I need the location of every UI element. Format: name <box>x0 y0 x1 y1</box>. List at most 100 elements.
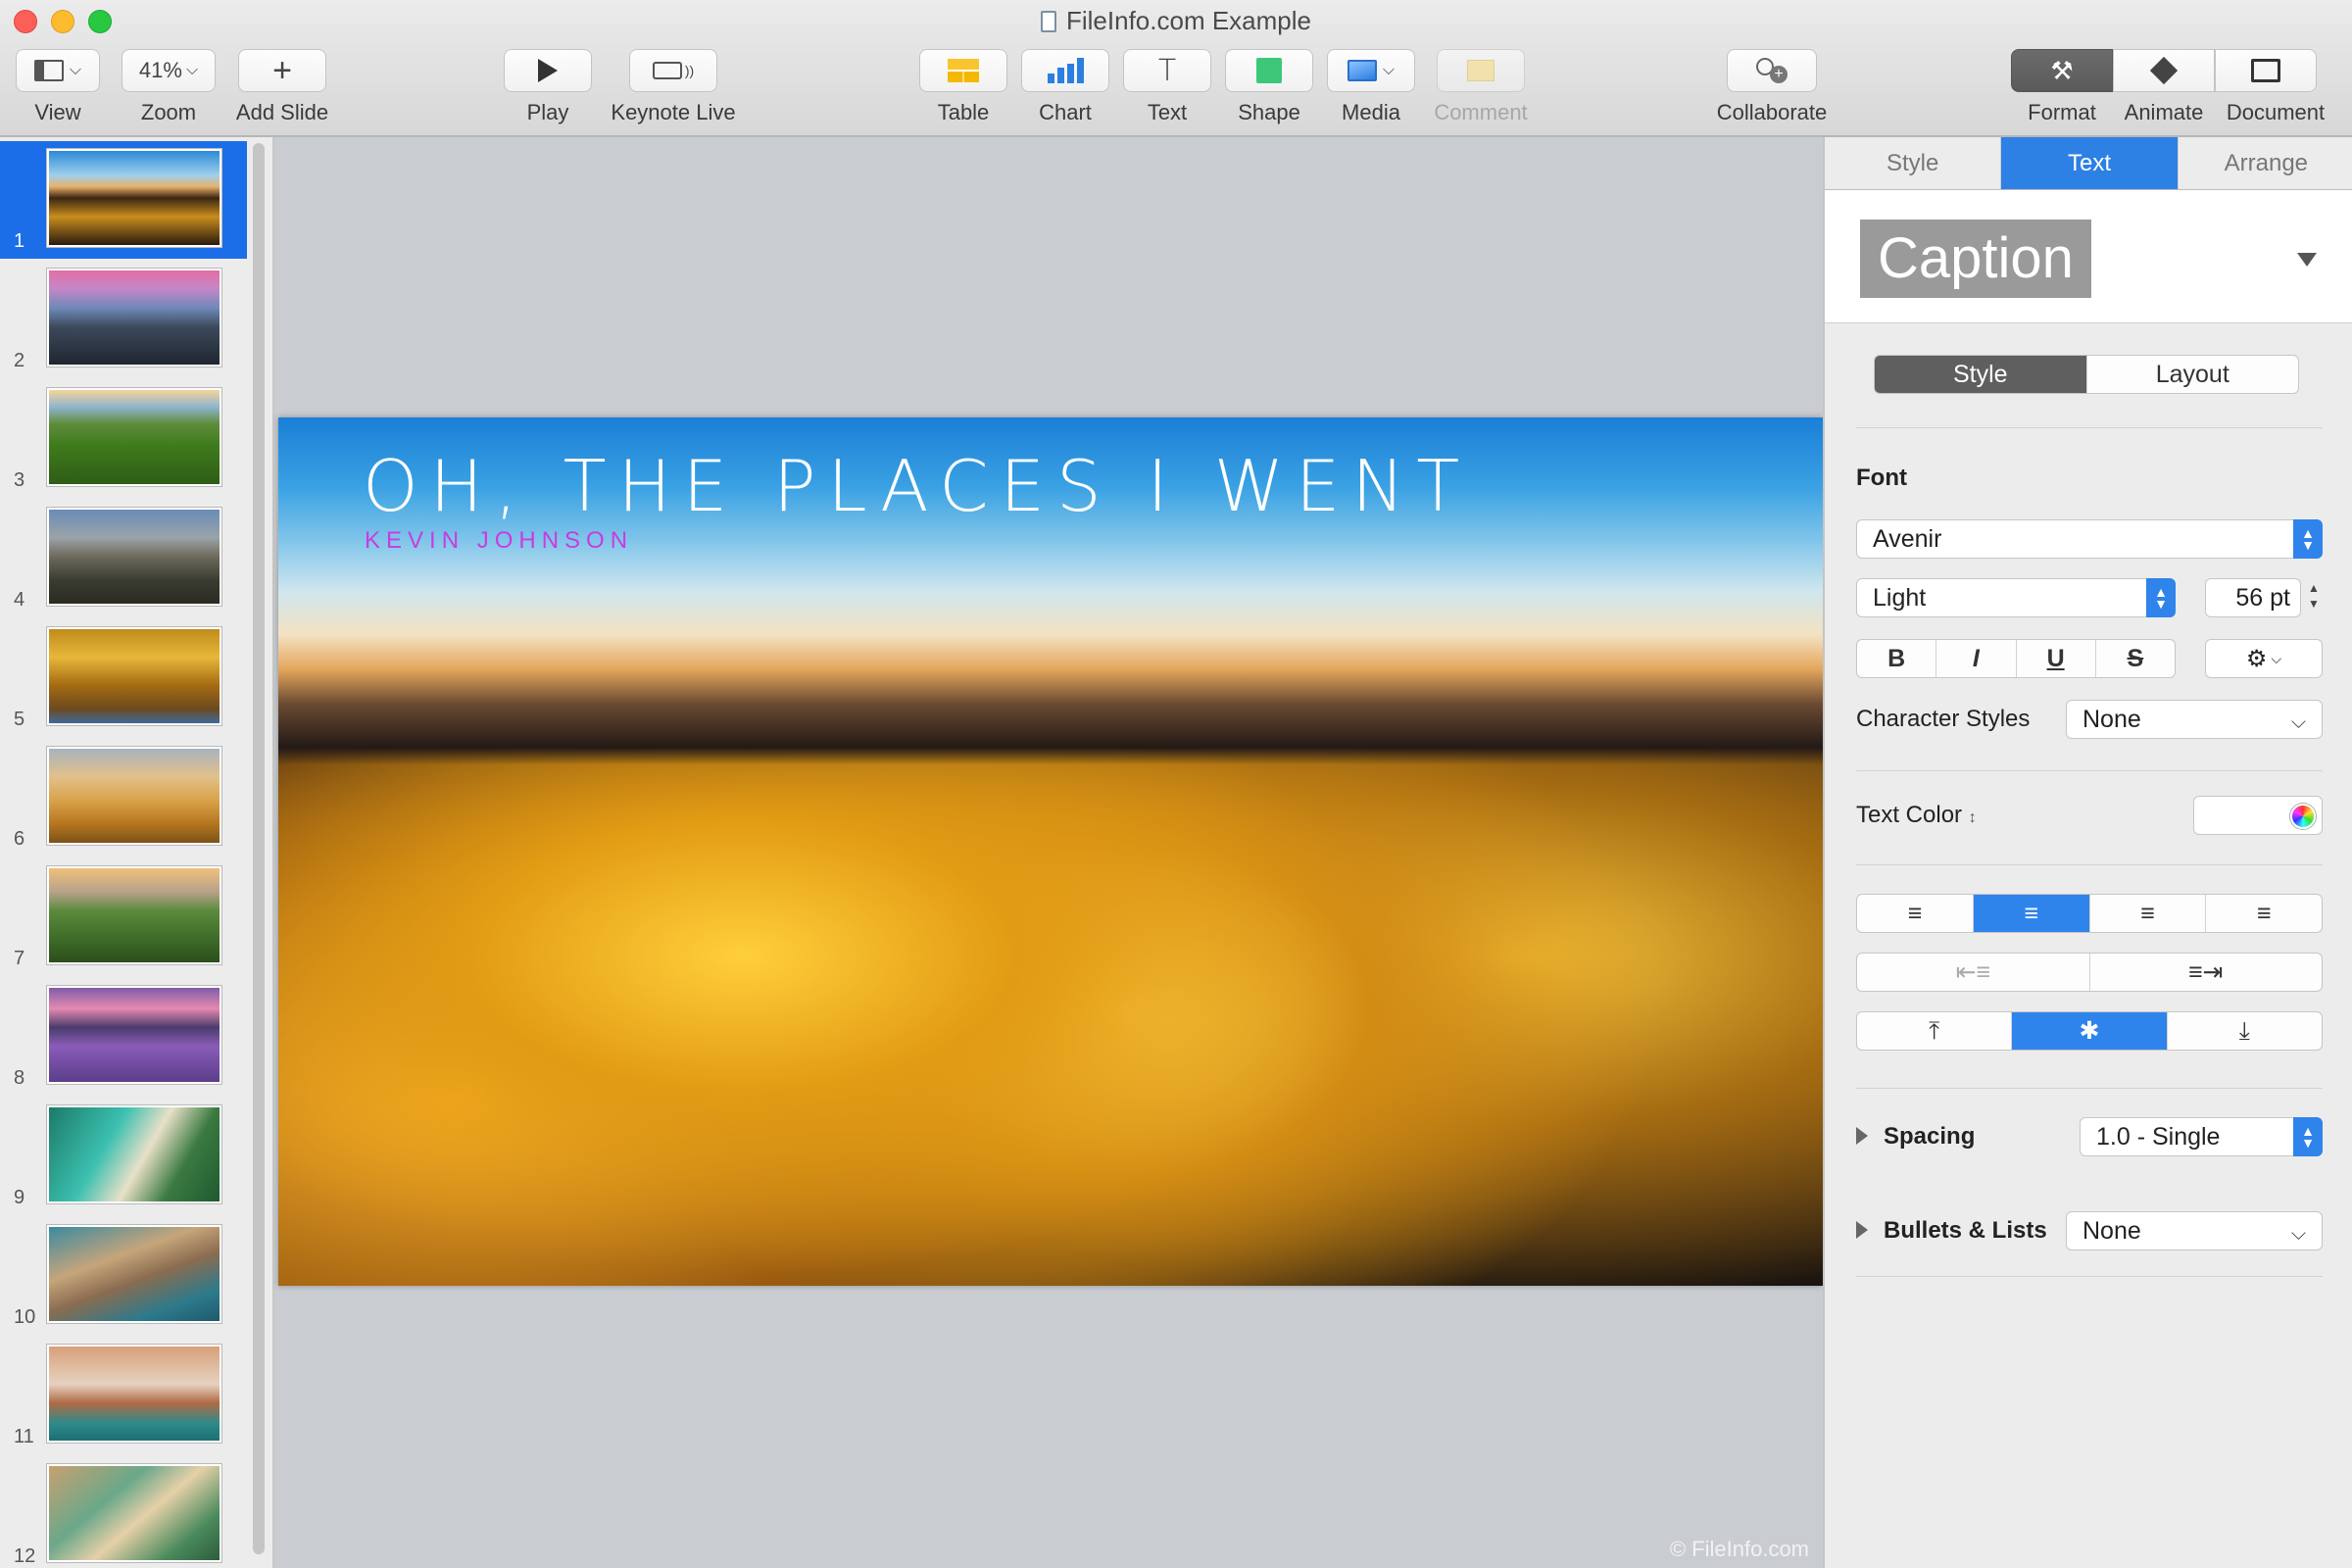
font-size-field[interactable]: 56 pt <box>2205 578 2301 617</box>
paragraph-style-picker[interactable]: Caption <box>1825 190 2352 323</box>
subtab-style[interactable]: Style <box>1875 356 2087 393</box>
slide-number: 7 <box>14 948 25 969</box>
slide-thumbnail-image <box>47 149 221 247</box>
strikethrough-button[interactable]: S <box>2096 640 2175 677</box>
chevron-down-icon: ⌵ <box>185 62 199 78</box>
text-color-well[interactable] <box>2193 796 2323 835</box>
slide-thumbnail[interactable]: 12 <box>0 1456 247 1568</box>
chevron-down-icon[interactable] <box>2297 253 2317 267</box>
chevron-down-icon: ⌵ <box>2290 1223 2306 1245</box>
document-button[interactable] <box>2215 49 2317 92</box>
slide-subtitle[interactable]: KEVIN JOHNSON <box>365 527 633 555</box>
slide-thumbnail[interactable]: 6 <box>0 739 247 857</box>
view-button[interactable]: ⌵ <box>16 49 100 92</box>
table-label: Table <box>937 100 990 124</box>
bold-button[interactable]: B <box>1857 640 1937 677</box>
slide-number: 11 <box>14 1426 34 1447</box>
bullets-lists-label[interactable]: Bullets & Lists <box>1884 1217 2047 1245</box>
animate-diamond-icon <box>2149 56 2179 85</box>
gear-icon: ⚙ <box>2245 645 2268 672</box>
align-bottom-icon[interactable]: ⤓ <box>2168 1012 2322 1050</box>
navigator-scrollbar[interactable] <box>253 143 265 1554</box>
shape-label: Shape <box>1238 100 1300 124</box>
align-middle-icon[interactable]: ✱ <box>2012 1012 2168 1050</box>
indent-control: ⇤≡ ≡⇥ <box>1856 953 2323 992</box>
collaborate-button[interactable]: + <box>1727 49 1817 92</box>
align-right-icon[interactable]: ≡ <box>2090 895 2207 932</box>
slide-thumbnail[interactable]: 2 <box>0 261 247 378</box>
slide-canvas: OH, THE PLACES I WENT KEVIN JOHNSON © Fi… <box>276 137 1823 1568</box>
character-styles-label: Character Styles <box>1856 706 2031 732</box>
color-wheel-icon[interactable] <box>2290 804 2316 829</box>
comment-button[interactable] <box>1437 49 1525 92</box>
slide-title[interactable]: OH, THE PLACES I WENT <box>363 445 1471 527</box>
align-top-icon[interactable]: ⤒ <box>1857 1012 2013 1050</box>
font-family-popup[interactable]: Avenir ▲ ▼ <box>1856 519 2323 559</box>
slide-thumbnail-image <box>47 747 221 845</box>
format-button[interactable]: ⚒ <box>2011 49 2113 92</box>
animate-label: Animate <box>2124 100 2204 124</box>
text-style-buttons: B I U S <box>1856 639 2176 678</box>
chart-label: Chart <box>1039 100 1092 124</box>
font-family-value: Avenir <box>1873 524 1942 553</box>
divider <box>1856 1088 2323 1089</box>
chart-button[interactable] <box>1021 49 1109 92</box>
slide-thumbnail[interactable]: 8 <box>0 978 247 1096</box>
slide-thumbnail[interactable]: 3 <box>0 380 247 498</box>
add-slide-button[interactable]: + <box>238 49 326 92</box>
up-down-chevron-icon[interactable]: ↕ <box>1969 809 1977 826</box>
disclosure-triangle-icon[interactable] <box>1856 1127 1868 1145</box>
play-label: Play <box>526 100 569 124</box>
typeface-popup[interactable]: Light ▲ ▼ <box>1856 578 2176 617</box>
tab-style[interactable]: Style <box>1825 137 2002 189</box>
font-size-stepper[interactable]: ▲ ▼ <box>2305 580 2323 615</box>
play-button[interactable] <box>504 49 592 92</box>
align-center-icon[interactable]: ≡ <box>1973 895 2090 932</box>
character-styles-value: None <box>2082 705 2141 733</box>
slide-thumbnail[interactable]: 7 <box>0 858 247 976</box>
tab-arrange[interactable]: Arrange <box>2179 137 2352 189</box>
slide-number: 6 <box>14 828 25 850</box>
slide-thumbnail-image <box>47 1464 221 1562</box>
character-styles-popup[interactable]: None ⌵ <box>2066 700 2323 739</box>
animate-button[interactable] <box>2113 49 2215 92</box>
disclosure-triangle-icon[interactable] <box>1856 1221 1868 1239</box>
spacing-label[interactable]: Spacing <box>1884 1123 1975 1151</box>
collaborate-person-plus-icon: + <box>1754 58 1789 83</box>
slide[interactable]: OH, THE PLACES I WENT KEVIN JOHNSON <box>278 417 1823 1286</box>
slide-thumbnail[interactable]: 5 <box>0 619 247 737</box>
text-button[interactable]: T <box>1123 49 1211 92</box>
decrease-indent-icon[interactable]: ⇤≡ <box>1857 954 2090 991</box>
align-justify-icon[interactable]: ≡ <box>2206 895 2322 932</box>
zoom-popup[interactable]: 41% ⌵ <box>122 49 216 92</box>
shape-button[interactable] <box>1225 49 1313 92</box>
slide-thumbnail-image <box>47 627 221 725</box>
table-button[interactable] <box>919 49 1007 92</box>
media-button[interactable]: ⌵ <box>1327 49 1415 92</box>
underline-button[interactable]: U <box>2017 640 2096 677</box>
slide-thumbnail[interactable]: 9 <box>0 1098 247 1215</box>
keynote-live-button[interactable]: )) <box>629 49 717 92</box>
font-size-value: 56 pt <box>2235 583 2290 612</box>
slide-thumbnail[interactable]: 11 <box>0 1337 247 1454</box>
chevron-down-icon: ⌵ <box>69 62 82 78</box>
broadcast-waves-icon: )) <box>684 63 695 78</box>
tab-text[interactable]: Text <box>2001 137 2179 189</box>
bullets-lists-popup[interactable]: None ⌵ <box>2066 1211 2323 1250</box>
subtab-layout[interactable]: Layout <box>2087 356 2299 393</box>
slide-number: 5 <box>14 709 25 730</box>
align-left-icon[interactable]: ≡ <box>1857 895 1974 932</box>
window-title: FileInfo.com Example <box>0 6 2352 36</box>
italic-button[interactable]: I <box>1936 640 2017 677</box>
comment-label: Comment <box>1434 100 1528 124</box>
slide-thumbnail[interactable]: 1 <box>0 141 247 259</box>
slide-thumbnail[interactable]: 10 <box>0 1217 247 1335</box>
slide-thumbnail[interactable]: 4 <box>0 500 247 617</box>
spacing-popup[interactable]: 1.0 - Single ▲ ▼ <box>2080 1117 2323 1156</box>
plus-icon: + <box>272 51 292 89</box>
text-options-button[interactable]: ⚙ ⌵ <box>2205 639 2323 678</box>
add-slide-label: Add Slide <box>235 100 329 124</box>
slide-thumbnail-image <box>47 866 221 964</box>
increase-indent-icon[interactable]: ≡⇥ <box>2090 954 2323 991</box>
paintbrush-icon: ⚒ <box>2050 55 2074 85</box>
